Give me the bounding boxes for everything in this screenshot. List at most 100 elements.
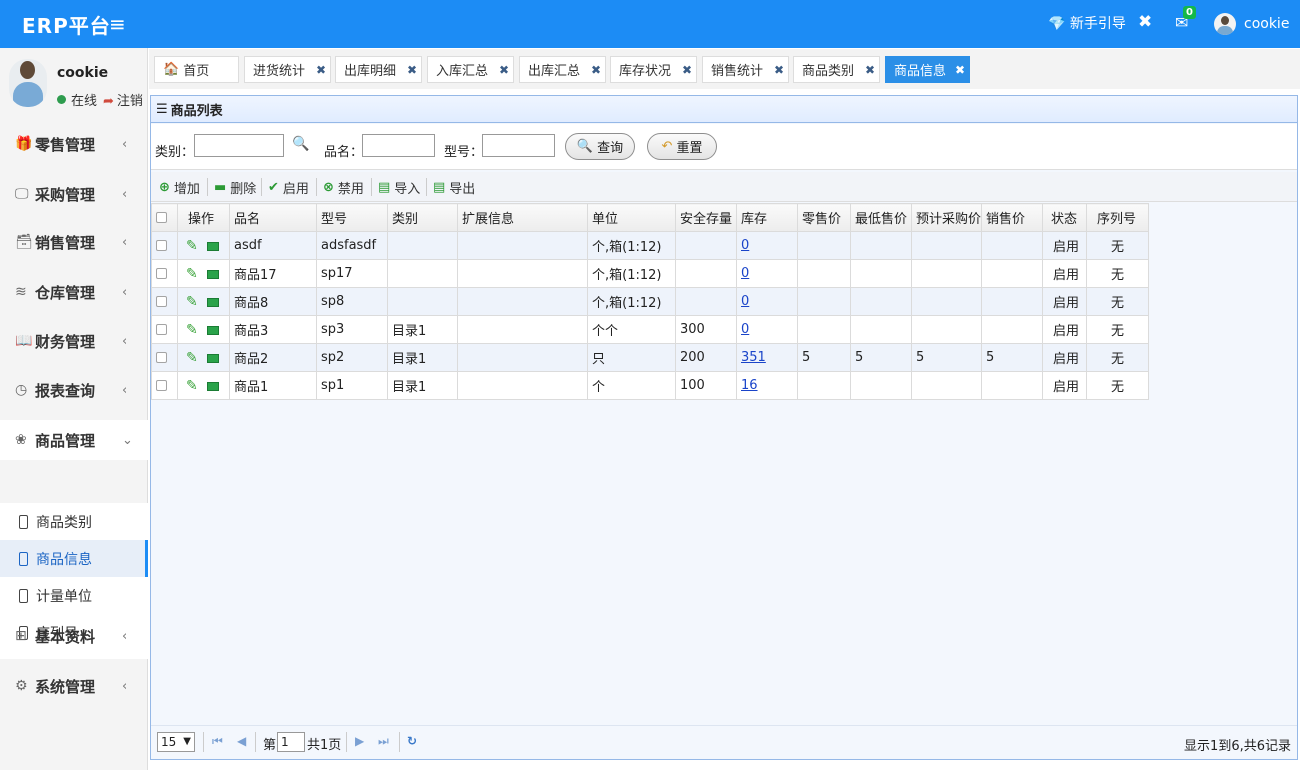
sub-item-category[interactable]: 商品类别: [0, 503, 148, 540]
table-row[interactable]: ✎ 商品17 sp17 个,箱(1:12) 0 启用 无: [151, 259, 1150, 288]
sidebar-item-reports[interactable]: ◷ 报表查询 ‹: [0, 370, 148, 410]
sidebar-item-warehouse[interactable]: ≋ 仓库管理 ‹: [0, 272, 148, 312]
tab-goods-info[interactable]: 商品信息 ✖: [885, 56, 970, 83]
first-page-icon[interactable]: ⏮: [212, 734, 223, 749]
pencil-icon[interactable]: ✎: [186, 266, 198, 282]
view-icon[interactable]: [206, 241, 219, 251]
page-number-input[interactable]: 1: [277, 732, 305, 752]
sidebar-item-sales[interactable]: 🗃 销售管理 ‹: [0, 222, 148, 262]
sub-item-goods-info[interactable]: 商品信息: [0, 540, 148, 577]
checkbox[interactable]: [156, 240, 167, 251]
cell-min-price: [850, 259, 912, 288]
stock-link[interactable]: 0: [741, 238, 749, 253]
enable-button[interactable]: ✔ 启用: [268, 178, 309, 197]
search-icon[interactable]: 🔍: [292, 136, 309, 152]
query-label: 查询: [597, 141, 624, 156]
tab-outbound-summary[interactable]: 出库汇总 ✖: [519, 56, 606, 83]
stock-link[interactable]: 16: [741, 378, 758, 393]
close-icon[interactable]: ✖: [499, 63, 509, 77]
tab-stock-status[interactable]: 库存状况 ✖: [610, 56, 697, 83]
close-icon[interactable]: ✖: [591, 63, 601, 77]
table-row[interactable]: ✎ 商品2 sp2 目录1 只 200 351 5 5 5 5 启用 无: [151, 343, 1150, 372]
row-checkbox-cell[interactable]: [151, 231, 178, 260]
close-icon[interactable]: ✖: [865, 63, 875, 77]
import-button[interactable]: ▤ 导入: [378, 178, 420, 197]
close-icon[interactable]: ✖: [682, 63, 692, 77]
query-button[interactable]: 🔍 查询: [565, 133, 635, 160]
tab-purchase-stats[interactable]: 进货统计 ✖: [244, 56, 331, 83]
category-input[interactable]: [194, 134, 284, 157]
disable-button[interactable]: ⊗ 禁用: [323, 178, 364, 197]
select-all-checkbox[interactable]: [151, 203, 178, 232]
close-icon[interactable]: ✖: [955, 63, 965, 77]
sidebar-item-basic[interactable]: ⊞ 基本资料 ‹: [0, 616, 148, 656]
pencil-icon[interactable]: ✎: [186, 350, 198, 366]
table-row[interactable]: ✎ asdf adsfasdf 个,箱(1:12) 0 启用 无: [151, 231, 1150, 260]
row-checkbox-cell[interactable]: [151, 371, 178, 400]
cell-ext: [457, 259, 588, 288]
sidebar-item-purchase[interactable]: 🖵 采购管理 ‹: [0, 174, 148, 214]
user-menu[interactable]: cookie: [1214, 11, 1289, 37]
pencil-icon[interactable]: ✎: [186, 238, 198, 254]
view-icon[interactable]: [206, 269, 219, 279]
checkbox[interactable]: [156, 212, 167, 223]
pencil-icon[interactable]: ✎: [186, 322, 198, 338]
last-page-icon[interactable]: ⏭: [378, 734, 389, 749]
close-icon[interactable]: ✖: [407, 63, 417, 77]
pencil-icon[interactable]: ✎: [186, 294, 198, 310]
stock-link[interactable]: 0: [741, 322, 749, 337]
delete-button[interactable]: ▬ 删除: [214, 178, 256, 197]
checkbox[interactable]: [156, 296, 167, 307]
row-checkbox-cell[interactable]: [151, 343, 178, 372]
sidebar-item-label: 采购管理: [35, 185, 96, 204]
menu-toggle-icon[interactable]: ≡: [109, 12, 126, 36]
row-checkbox-cell[interactable]: [151, 287, 178, 316]
tab-inbound-summary[interactable]: 入库汇总 ✖: [427, 56, 514, 83]
table-row[interactable]: ✎ 商品3 sp3 目录1 个个 300 0 启用 无: [151, 315, 1150, 344]
view-icon[interactable]: [206, 325, 219, 335]
checkbox[interactable]: [156, 268, 167, 279]
view-icon[interactable]: [206, 353, 219, 363]
pencil-icon[interactable]: ✎: [186, 378, 198, 394]
tab-sales-stats[interactable]: 销售统计 ✖: [702, 56, 789, 83]
row-checkbox-cell[interactable]: [151, 259, 178, 288]
row-checkbox-cell[interactable]: [151, 315, 178, 344]
tab-outbound-detail[interactable]: 出库明细 ✖: [335, 56, 422, 83]
checkbox[interactable]: [156, 324, 167, 335]
logout-link[interactable]: ➦ 注销: [103, 90, 143, 109]
table-row[interactable]: ✎ 商品1 sp1 目录1 个 100 16 启用 无: [151, 371, 1150, 400]
name-input[interactable]: [362, 134, 435, 157]
view-icon[interactable]: [206, 381, 219, 391]
sidebar-item-retail[interactable]: 🎁 零售管理 ‹: [0, 124, 148, 164]
refresh-icon[interactable]: ↻: [407, 734, 417, 748]
prev-page-icon[interactable]: ◀: [237, 734, 246, 748]
stock-link[interactable]: 0: [741, 266, 749, 281]
tab-goods-category[interactable]: 商品类别 ✖: [793, 56, 880, 83]
export-button[interactable]: ▤ 导出: [433, 178, 475, 197]
goods-table: 操作 品名 型号 类别 扩展信息 单位 安全存量 库存 零售价 最低售价 预计采…: [151, 203, 1150, 400]
guide-link[interactable]: 💎 新手引导: [1048, 13, 1126, 33]
sub-item-unit[interactable]: 计量单位: [0, 577, 148, 614]
checkbox[interactable]: [156, 352, 167, 363]
sidebar-item-goods[interactable]: ❀ 商品管理 ⌄: [0, 420, 148, 460]
table-row[interactable]: ✎ 商品8 sp8 个,箱(1:12) 0 启用 无: [151, 287, 1150, 316]
tab-home[interactable]: 🏠 首页: [154, 56, 239, 83]
stock-link[interactable]: 351: [741, 350, 766, 365]
page-prefix: 第: [263, 738, 277, 753]
page-size-select[interactable]: 15 ▼: [157, 732, 195, 752]
cell-stock: 0: [736, 287, 798, 316]
sidebar-item-finance[interactable]: 📖 财务管理 ‹: [0, 321, 148, 361]
model-input[interactable]: [482, 134, 555, 157]
sidebar-item-system[interactable]: ⚙ 系统管理 ‹: [0, 666, 148, 706]
reset-button[interactable]: ↶ 重置: [647, 133, 717, 160]
checkbox[interactable]: [156, 380, 167, 391]
cell-status: 启用: [1042, 315, 1088, 344]
close-icon[interactable]: ✖: [774, 63, 784, 77]
expand-icon[interactable]: ✖: [1138, 12, 1152, 32]
close-icon[interactable]: ✖: [316, 63, 326, 77]
add-button[interactable]: ⊕ 增加: [159, 178, 200, 197]
stock-link[interactable]: 0: [741, 294, 749, 309]
next-page-icon[interactable]: ▶: [355, 734, 364, 748]
tab-label: 销售统计: [711, 64, 764, 79]
view-icon[interactable]: [206, 297, 219, 307]
